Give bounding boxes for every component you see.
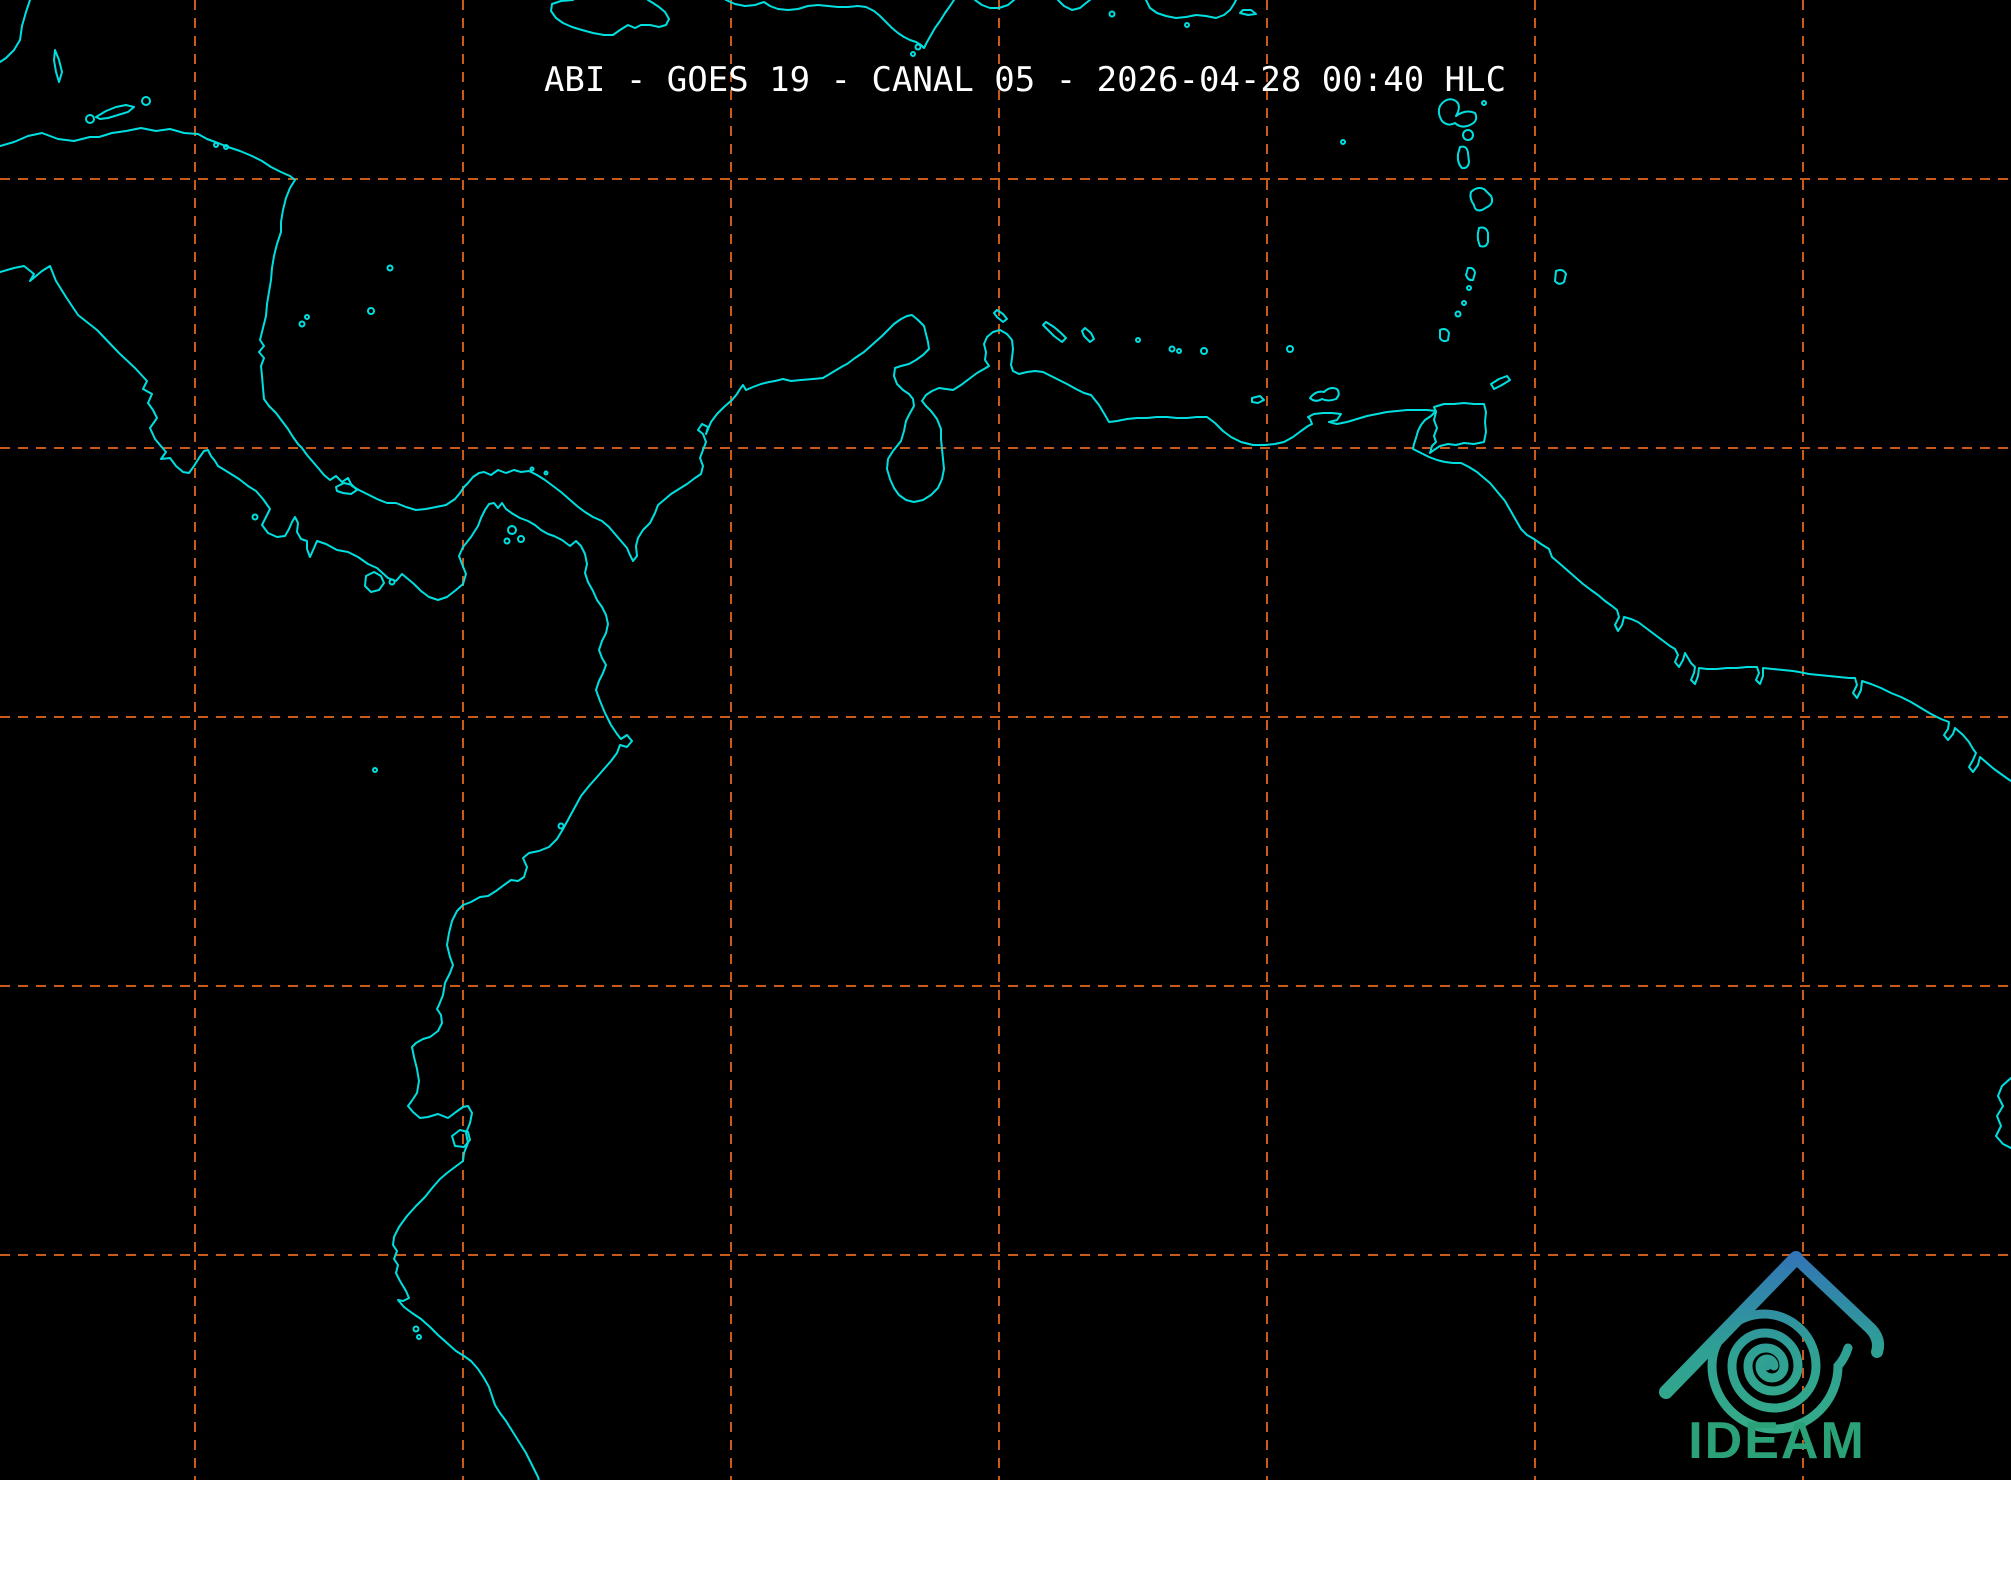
island-pearl-island-3 bbox=[503, 537, 511, 545]
island-lobos-de-afuera bbox=[416, 1334, 422, 1340]
island-gorgona bbox=[557, 822, 565, 830]
ideam-logo: IDEAM bbox=[1659, 1251, 1885, 1470]
coastline-aruba bbox=[993, 309, 1008, 323]
colorbar-footer: Reflectancia 0.00.20.40.60.81.0 bbox=[0, 1480, 2011, 1577]
island-la-orchila bbox=[1200, 347, 1208, 355]
coastline-curacao bbox=[1042, 321, 1067, 343]
island-bequia bbox=[1466, 285, 1472, 291]
map-title: ABI - GOES 19 - CANAL 05 - 2026-04-28 00… bbox=[543, 60, 1507, 100]
island-mona bbox=[1108, 10, 1116, 18]
island-canouan bbox=[1461, 300, 1467, 306]
coastline-belize-coast bbox=[0, 0, 31, 63]
coastline-margarita bbox=[1309, 387, 1340, 402]
coastline-turneffe-cays bbox=[53, 49, 63, 83]
mountain-swirl-icon bbox=[1659, 1251, 1885, 1434]
island-vivorillo-cay-1 bbox=[213, 142, 219, 148]
island-la-blanquilla bbox=[1286, 345, 1294, 353]
screenshot-root: ABI - GOES 19 - CANAL 05 - 2026-04-28 00… bbox=[0, 0, 2011, 1577]
coastline-caribbean-coast-honduras-to-guianas bbox=[0, 127, 2011, 782]
island-corn-island-1 bbox=[298, 320, 306, 328]
island-carriacou bbox=[1454, 310, 1462, 318]
island-los-roques-1 bbox=[1168, 345, 1176, 353]
island-marie-galante bbox=[1462, 129, 1474, 141]
coastline-puerto-rico-south-coast bbox=[1145, 0, 1237, 19]
island-isla-beata bbox=[914, 43, 922, 51]
island-providencia bbox=[386, 264, 394, 272]
coastline-guadeloupe bbox=[1437, 98, 1478, 128]
coastline-st-lucia bbox=[1476, 226, 1489, 248]
island-malpelo bbox=[372, 767, 378, 773]
island-las-aves bbox=[1135, 337, 1141, 343]
island-san-andres bbox=[367, 307, 375, 315]
island-utila bbox=[85, 114, 95, 124]
coastline-tobago bbox=[1490, 375, 1511, 390]
island-isla-del-cano bbox=[251, 513, 259, 521]
island-guanaja bbox=[141, 96, 151, 106]
coastline-bonaire bbox=[1081, 327, 1095, 343]
island-los-roques-2 bbox=[1176, 348, 1182, 354]
island-san-blas-cay-2 bbox=[543, 470, 549, 476]
island-cebaco bbox=[388, 578, 396, 586]
coastline-bocas-del-toro-islands bbox=[335, 482, 358, 495]
island-la-desirade bbox=[1481, 100, 1487, 106]
island-pearl-island-2 bbox=[517, 535, 525, 543]
coastline-saona-east-dr bbox=[1057, 0, 1091, 11]
coastline-hispaniola-south-coast bbox=[725, 0, 955, 49]
coastline-st-vincent bbox=[1465, 266, 1476, 282]
coastline-barbados bbox=[1554, 269, 1567, 285]
coastline-dominica bbox=[1456, 145, 1470, 170]
coastline-amazon-marajo-fragment bbox=[1995, 1077, 2011, 1149]
coastline-roatan bbox=[95, 104, 135, 120]
island-corn-island-2 bbox=[304, 314, 310, 320]
coastline-coiba bbox=[364, 571, 385, 593]
island-caja-de-muertos bbox=[1184, 22, 1190, 28]
coastline-grenada bbox=[1439, 328, 1450, 343]
coastline-trinidad bbox=[1429, 402, 1487, 454]
island-pearl-island-1 bbox=[507, 525, 517, 535]
island-isla-de-aves bbox=[1340, 139, 1346, 145]
island-san-blas-cay-1 bbox=[529, 466, 535, 472]
coastline-dominican-republic-southeast bbox=[974, 0, 1015, 9]
coastline-vieques bbox=[1239, 9, 1257, 16]
coastline-jamaica bbox=[550, 0, 670, 36]
coastline-martinique bbox=[1469, 187, 1494, 212]
island-alto-velo bbox=[910, 51, 916, 57]
island-lobos-de-tierra bbox=[412, 1325, 420, 1333]
coastline-la-tortuga bbox=[1251, 395, 1265, 404]
ideam-logo-text: IDEAM bbox=[1688, 1412, 1866, 1470]
